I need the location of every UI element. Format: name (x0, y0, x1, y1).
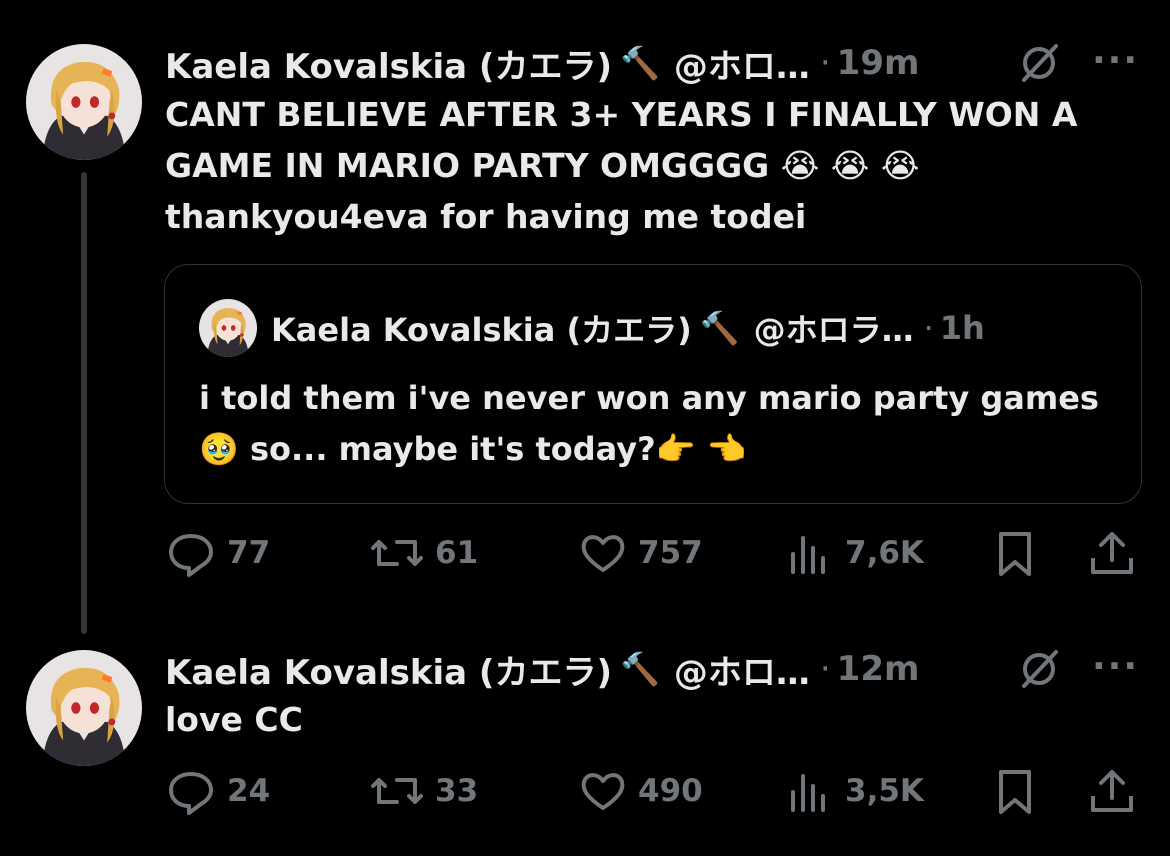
bookmark-button[interactable] (993, 528, 1047, 578)
reply-icon (169, 772, 213, 815)
grok-icon[interactable] (1016, 40, 1062, 86)
separator-dot: · (819, 43, 831, 83)
retweet-count: 61 (435, 535, 479, 571)
views-button[interactable]: 3,5K (785, 766, 924, 816)
retweet-icon (371, 540, 423, 566)
views-button[interactable]: 7,6K (785, 528, 924, 578)
like-button[interactable]: 757 (578, 528, 703, 578)
reply-count: 77 (227, 535, 271, 571)
quote-header: Kaela Kovalskia (カエラ) 🔨 @ホロラ… · 1h (271, 305, 985, 351)
hammer-icon: 🔨 (620, 650, 660, 688)
bookmark-icon (999, 770, 1031, 814)
reply-button[interactable]: 24 (165, 766, 270, 816)
hammer-icon: 🔨 (699, 309, 740, 347)
author-handle[interactable]: @ホロ… (674, 39, 810, 88)
tweet-actions: 77 61 757 7,6K (165, 528, 1145, 578)
hammer-icon: 🔨 (620, 44, 660, 82)
tweet-text: love CC (165, 700, 303, 739)
tweet-actions: 24 33 490 3,5K (165, 766, 1145, 816)
thread-connector (81, 172, 87, 634)
share-button[interactable] (1087, 766, 1147, 816)
quoted-tweet[interactable]: Kaela Kovalskia (カエラ) 🔨 @ホロラ… · 1h i tol… (164, 264, 1142, 504)
avatar[interactable] (26, 44, 142, 160)
like-count: 757 (638, 535, 703, 571)
separator-dot: · (923, 309, 934, 347)
tweet-header: Kaela Kovalskia (カエラ) 🔨 @ホロ… · 19m (165, 38, 919, 88)
quote-author-handle: @ホロラ… (753, 311, 914, 349)
like-icon (581, 773, 625, 810)
more-icon[interactable]: ··· (1092, 40, 1139, 81)
author-name[interactable]: Kaela Kovalskia (カエラ) (165, 39, 612, 88)
views-icon (791, 536, 825, 574)
bookmark-button[interactable] (993, 766, 1047, 816)
author-handle[interactable]: @ホロ… (674, 645, 810, 694)
views-count: 3,5K (845, 773, 924, 809)
tweet-text: CANT BELIEVE AFTER 3+ YEARS I FINALLY WO… (165, 95, 1078, 236)
retweet-button[interactable]: 33 (369, 766, 478, 816)
avatar[interactable] (26, 650, 142, 766)
like-count: 490 (638, 773, 703, 809)
retweet-count: 33 (435, 773, 479, 809)
like-icon (581, 535, 625, 572)
share-icon (1091, 770, 1133, 812)
tweet-header: Kaela Kovalskia (カエラ) 🔨 @ホロ… · 12m (165, 644, 919, 694)
reply-count: 24 (227, 773, 271, 809)
separator-dot: · (819, 649, 831, 689)
reply-button[interactable]: 77 (165, 528, 270, 578)
share-icon (1091, 532, 1133, 574)
retweet-icon (371, 778, 423, 804)
bookmark-icon (999, 532, 1031, 576)
quote-text: i told them i've never won any mario par… (199, 379, 1099, 468)
author-name[interactable]: Kaela Kovalskia (カエラ) (165, 645, 612, 694)
quote-avatar (199, 299, 257, 357)
timestamp[interactable]: 12m (837, 649, 920, 689)
quote-author-name: Kaela Kovalskia (カエラ) (271, 311, 692, 349)
views-count: 7,6K (845, 535, 924, 571)
more-icon[interactable]: ··· (1092, 646, 1139, 687)
grok-icon[interactable] (1016, 646, 1062, 692)
views-icon (791, 774, 825, 812)
reply-icon (169, 534, 213, 577)
quote-timestamp: 1h (939, 309, 985, 347)
share-button[interactable] (1087, 528, 1147, 578)
like-button[interactable]: 490 (578, 766, 703, 816)
timestamp[interactable]: 19m (837, 43, 920, 83)
retweet-button[interactable]: 61 (369, 528, 478, 578)
